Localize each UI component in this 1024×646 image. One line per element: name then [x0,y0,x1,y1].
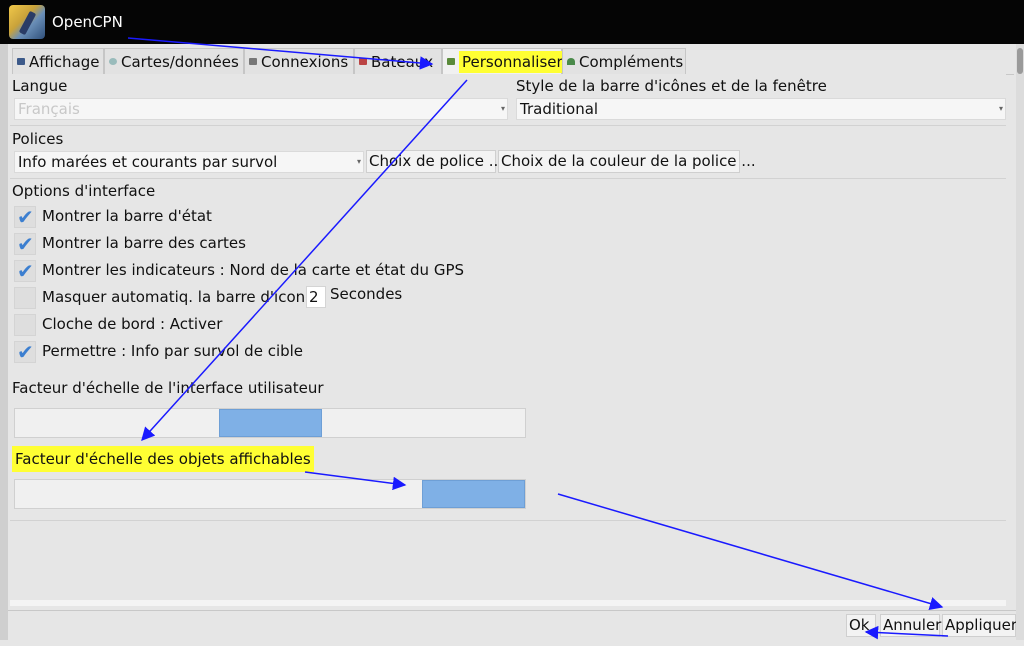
choose-font-button[interactable]: Choix de police ... [366,150,503,173]
tab-cartes[interactable]: Cartes/données [104,48,244,74]
check-icon: ✔ [17,259,34,283]
slider-thumb[interactable] [219,409,322,437]
language-value: Français [18,100,80,118]
tab-personnaliser[interactable]: Personnaliser [442,48,566,74]
tab-bateaux[interactable]: Bateaux [354,48,442,74]
style-select[interactable]: Traditional ▾ [516,98,1006,120]
autohide-seconds-input[interactable]: 2 [306,286,326,308]
horizontal-scrollbar[interactable] [10,600,1006,606]
checkbox[interactable] [14,314,36,336]
window-title: OpenCPN [52,13,123,31]
check-icon: ✔ [17,340,34,364]
ui-scale-label: Facteur d'échelle de l'interface utilisa… [12,379,324,397]
style-label: Style de la barre d'icônes et de la fenê… [516,77,827,95]
ships-icon [359,58,367,65]
scrollbar-thumb[interactable] [1017,48,1023,74]
checkbox[interactable]: ✔ [14,259,36,283]
divider [10,520,1006,521]
object-scale-slider[interactable] [14,479,526,509]
button-bar: Ok Annuler Appliquer [8,610,1017,641]
check-icon: ✔ [17,205,34,229]
personnaliser-panel: Langue Français ▾ Style de la barre d'ic… [10,74,1006,646]
option-autohide-toolbar[interactable]: Masquer automatiq. la barre d'icones 2 S… [14,285,514,311]
object-scale-label: Facteur d'échelle des objets affichables [12,446,314,472]
chevron-down-icon: ▾ [356,157,361,166]
seconds-label: Secondes [330,285,403,303]
tab-complements[interactable]: Compléments [562,48,686,74]
apply-button[interactable]: Appliquer [942,614,1017,637]
language-label: Langue [12,77,68,95]
object-scale-label-text: Facteur d'échelle des objets affichables [12,446,314,472]
chevron-down-icon: ▾ [998,104,1003,113]
font-element-select[interactable]: Info marées et courants par survol ▾ [14,151,364,173]
choose-font-color-button[interactable]: Choix de la couleur de la police ... [498,150,756,173]
tab-connexions[interactable]: Connexions [244,48,354,74]
slider-thumb[interactable] [422,480,525,508]
checkbox[interactable]: ✔ [14,205,36,229]
opencpn-logo-icon [9,5,45,39]
divider [10,178,1006,179]
plugins-icon [567,58,575,65]
connections-icon [249,58,257,65]
options-dialog: Affichage Cartes/données Connexions Bate… [8,44,1017,646]
checkbox[interactable]: ✔ [14,232,36,256]
font-element-value: Info marées et courants par survol [18,153,278,171]
ui-scale-slider[interactable] [14,408,526,438]
cancel-button[interactable]: Annuler [880,614,941,637]
language-select[interactable]: Français ▾ [14,98,508,120]
ok-button[interactable]: Ok [846,614,876,637]
fonts-label: Polices [12,130,64,148]
interface-options-label: Options d'interface [12,182,156,200]
divider [10,125,1006,126]
tab-bar: Affichage Cartes/données Connexions Bate… [10,46,1014,75]
tab-affichage[interactable]: Affichage [12,48,104,74]
display-icon [17,58,25,65]
vertical-scrollbar[interactable] [1016,44,1024,640]
checkbox[interactable]: ✔ [14,340,36,364]
title-bar: OpenCPN [0,0,1024,44]
checkbox[interactable] [14,287,36,309]
user-interface-icon [447,58,455,65]
style-value: Traditional [520,100,599,118]
chevron-down-icon: ▾ [500,104,505,113]
charts-icon [109,58,117,65]
check-icon: ✔ [17,232,34,256]
